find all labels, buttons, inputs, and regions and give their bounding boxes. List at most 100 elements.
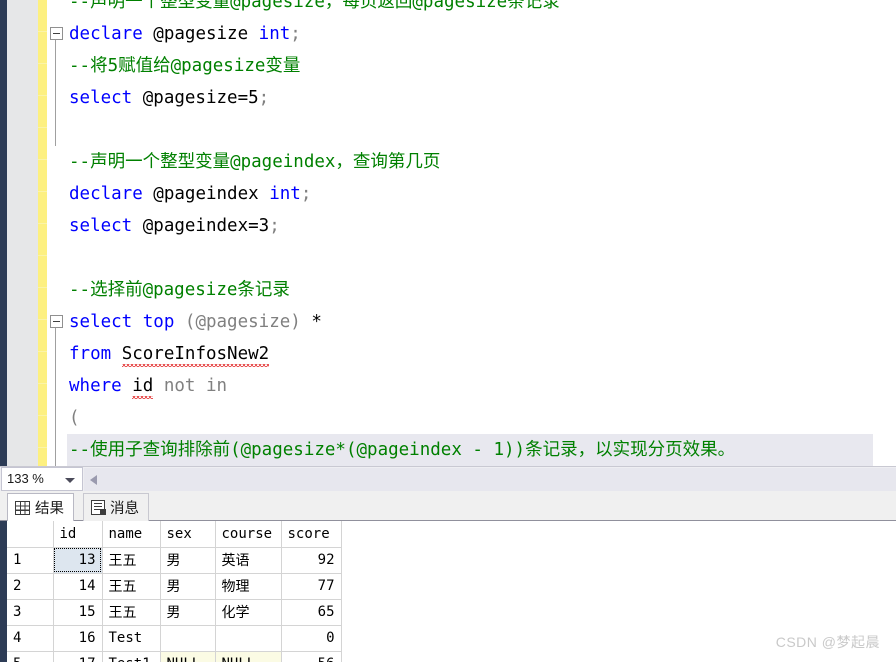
editor-horizontal-scrollbar[interactable]	[84, 468, 896, 491]
code-line[interactable]: --声明一个整型变量@pageindex，查询第几页	[47, 146, 440, 178]
code-token: --选择前@pagesize条记录	[69, 280, 290, 300]
change-marker-segment	[38, 96, 47, 128]
cell-course[interactable]: 化学	[215, 599, 282, 626]
change-marker-segment	[38, 352, 47, 384]
code-line[interactable]: (	[47, 402, 80, 434]
code-line-text: --使用子查询排除前(@pagesize*(@pageindex - 1))条记…	[47, 434, 735, 466]
table-row[interactable]: 2 14 王五男物理 77	[7, 573, 342, 600]
code-line[interactable]: --选择前@pagesize条记录	[47, 274, 290, 306]
tab-messages[interactable]: 消息	[83, 493, 149, 521]
cell-score[interactable]: 0	[281, 625, 342, 652]
code-line-text: select @pageindex=3;	[47, 210, 280, 242]
code-line[interactable]: declare @pagesize int;	[47, 18, 301, 50]
code-text-area[interactable]: --声明一个整型变量@pagesize，每页返回@pagesize条记录 decl…	[47, 0, 896, 466]
cell-course[interactable]	[215, 625, 282, 652]
change-marker-segment	[38, 192, 47, 224]
code-line-text: from ScoreInfosNew2	[47, 338, 270, 370]
table-row[interactable]: 4 16 Test 0	[7, 625, 342, 652]
row-header[interactable]: 3	[7, 599, 54, 626]
cell-score[interactable]: 77	[281, 573, 342, 600]
sql-editor-pane[interactable]: --声明一个整型变量@pagesize，每页返回@pagesize条记录 decl…	[0, 0, 896, 466]
table-row[interactable]: 3 15 王五男化学 65	[7, 599, 342, 626]
row-header[interactable]: 2	[7, 573, 54, 600]
row-header[interactable]: 1	[7, 547, 54, 574]
fold-collapse-icon[interactable]	[50, 315, 63, 328]
tab-label: 结果	[35, 501, 64, 517]
tab-results[interactable]: 结果	[7, 493, 74, 521]
results-table: id name sex course score 1 13 王五男英语 92 2 14 王五男物理 7…	[7, 521, 342, 662]
fold-collapse-icon[interactable]	[50, 27, 63, 40]
results-grid[interactable]: id name sex course score 1 13 王五男英语 92 2 14 王五男物理 7…	[7, 521, 896, 662]
cell-course[interactable]: NULL	[215, 651, 282, 662]
cell-id[interactable]: 14	[53, 573, 103, 600]
message-icon	[91, 500, 106, 515]
column-header-course[interactable]: course	[215, 521, 282, 548]
cell-id[interactable]: 16	[53, 625, 103, 652]
code-line[interactable]: where id not in	[47, 370, 227, 402]
change-marker-segment	[38, 160, 47, 192]
code-line-text: --声明一个整型变量@pagesize，每页返回@pagesize条记录	[47, 0, 560, 18]
cell-name[interactable]: Test1	[102, 651, 161, 662]
sql-identifier-error: id	[132, 376, 154, 399]
code-line-text: --将5赋值给@pagesize变量	[47, 50, 300, 82]
table-row[interactable]: 1 13 王五男英语 92	[7, 547, 342, 574]
code-token: select	[69, 312, 133, 332]
code-line[interactable]	[47, 114, 69, 146]
code-line[interactable]: from ScoreInfosNew2	[47, 338, 270, 370]
code-line[interactable]: --声明一个整型变量@pagesize，每页返回@pagesize条记录	[47, 0, 560, 18]
column-header-sex[interactable]: sex	[160, 521, 216, 548]
code-line[interactable]: select @pageindex=3;	[47, 210, 280, 242]
change-marker-segment	[38, 32, 47, 64]
table-row[interactable]: 517Test1NULLNULL56	[7, 651, 342, 662]
cell-id[interactable]: 13	[53, 547, 103, 574]
cell-score[interactable]: 56	[281, 651, 342, 662]
code-line[interactable]: --使用子查询排除前(@pagesize*(@pageindex - 1))条记…	[47, 434, 735, 466]
code-line-text: declare @pagesize int;	[47, 18, 301, 50]
code-line[interactable]: declare @pageindex int;	[47, 178, 311, 210]
cell-course[interactable]: 英语	[215, 547, 282, 574]
code-line[interactable]	[47, 242, 69, 274]
cell-sex[interactable]: NULL	[160, 651, 216, 662]
cell-name[interactable]: 王五	[102, 573, 161, 600]
scroll-left-arrow-icon[interactable]	[90, 475, 97, 485]
code-token: ;	[300, 184, 312, 204]
fold-indent-guide	[55, 40, 56, 146]
code-line[interactable]: --将5赋值给@pagesize变量	[47, 50, 300, 82]
cell-score[interactable]: 92	[281, 547, 342, 574]
results-tab-bar: 结果 消息	[0, 491, 896, 521]
column-header-name[interactable]: name	[102, 521, 161, 548]
cell-name[interactable]: 王五	[102, 547, 161, 574]
column-header-score[interactable]: score	[281, 521, 342, 548]
cell-id[interactable]: 15	[53, 599, 103, 626]
grid-corner-cell[interactable]	[7, 521, 54, 548]
cell-sex[interactable]: 男	[160, 599, 216, 626]
code-token: ;	[258, 88, 270, 108]
zoom-level-dropdown[interactable]: 133 %	[1, 467, 83, 491]
cell-name[interactable]: 王五	[102, 599, 161, 626]
code-line-text: (	[47, 402, 80, 434]
row-header[interactable]: 4	[7, 625, 54, 652]
cell-sex[interactable]	[160, 625, 216, 652]
cell-id[interactable]: 17	[53, 651, 103, 662]
cell-sex[interactable]: 男	[160, 573, 216, 600]
editor-status-strip: 133 %	[0, 466, 896, 491]
chevron-down-icon	[65, 478, 75, 483]
code-token: not in	[163, 376, 228, 396]
code-token: *	[311, 312, 322, 332]
code-token: --将5赋值给@pagesize变量	[69, 56, 301, 76]
code-line[interactable]: select @pagesize=5;	[47, 82, 269, 114]
editor-gutter[interactable]	[7, 0, 38, 466]
cell-name[interactable]: Test	[102, 625, 161, 652]
code-token: (@pagesize)	[174, 312, 312, 332]
cell-course[interactable]: 物理	[215, 573, 282, 600]
code-line[interactable]: select top (@pagesize) *	[47, 306, 322, 338]
row-header[interactable]: 5	[7, 651, 54, 662]
cell-score[interactable]: 65	[281, 599, 342, 626]
column-header-id[interactable]: id	[53, 521, 103, 548]
change-marker-segment	[38, 384, 47, 416]
cell-sex[interactable]: 男	[160, 547, 216, 574]
